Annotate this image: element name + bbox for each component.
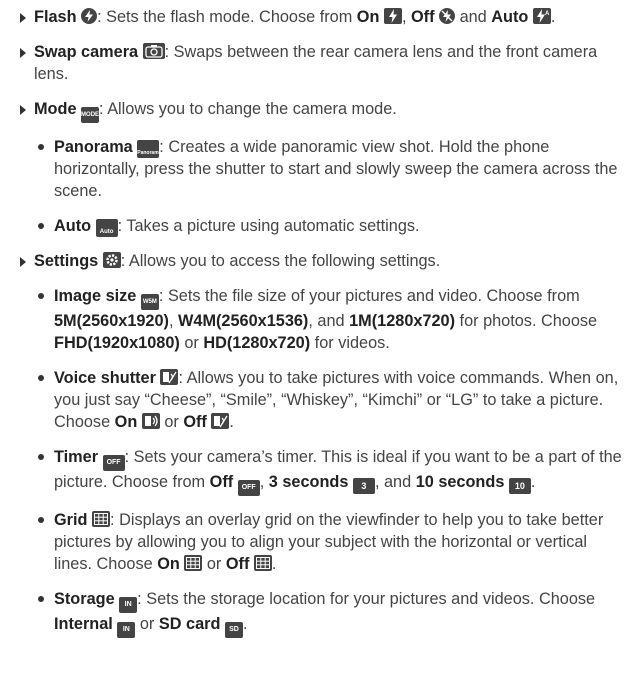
- image-size-icon: W5M: [140, 294, 159, 310]
- svg-text:A: A: [545, 11, 550, 17]
- storage-sd-card-icon: SD: [224, 622, 243, 638]
- auto-mode-icon: Auto: [95, 219, 118, 237]
- list-item-swap-camera: Swap camera : Swaps between the rear cam…: [20, 41, 623, 85]
- timer-off-icon: OFF: [102, 455, 125, 471]
- list-item-settings: Settings : Allows you to access the foll…: [20, 250, 623, 272]
- grid-off-icon: [253, 555, 272, 571]
- storage-internal-icon: IN: [117, 622, 136, 638]
- list-item-flash: Flash : Sets the flash mode. Choose from…: [20, 6, 623, 28]
- panorama-icon: Panorama: [137, 140, 161, 158]
- voice-shutter-off-icon: [160, 369, 179, 385]
- list-item-grid: Grid : Displays an overlay grid on the v…: [20, 509, 623, 575]
- flash-off-icon: [439, 8, 456, 24]
- list-item-storage: Storage IN: Sets the storage location fo…: [20, 588, 623, 638]
- flash-on-icon: [383, 8, 402, 24]
- flash-auto-icon: [81, 8, 98, 24]
- grid-on-icon: [184, 555, 203, 571]
- list-item-voice-shutter: Voice shutter : Allows you to take pictu…: [20, 367, 623, 433]
- swap-camera-icon: [142, 43, 165, 59]
- item-label: Flash: [34, 8, 77, 26]
- timer-off-icon: OFF: [237, 480, 260, 496]
- list-item-panorama: Panorama Panorama: Creates a wide panora…: [20, 136, 623, 202]
- storage-internal-icon: IN: [119, 597, 138, 613]
- voice-shutter-on-icon: [141, 413, 160, 429]
- gear-icon: [102, 252, 121, 268]
- document-page: Flash : Sets the flash mode. Choose from…: [0, 0, 633, 687]
- list-item-image-size: Image size W5M: Sets the file size of yo…: [20, 285, 623, 354]
- list-item-timer: Timer OFF: Sets your camera’s timer. Thi…: [20, 446, 623, 496]
- grid-on-icon: [92, 511, 111, 527]
- mode-icon: MODE: [81, 107, 100, 123]
- list-item-auto: Auto Auto: Takes a picture using automat…: [20, 215, 623, 237]
- flash-auto-icon: A: [532, 8, 551, 24]
- voice-shutter-off-icon: [211, 413, 230, 429]
- timer-3s-icon: 3: [352, 478, 375, 494]
- timer-10s-icon: 10: [508, 478, 531, 494]
- list-item-mode: Mode MODE: Allows you to change the came…: [20, 98, 623, 123]
